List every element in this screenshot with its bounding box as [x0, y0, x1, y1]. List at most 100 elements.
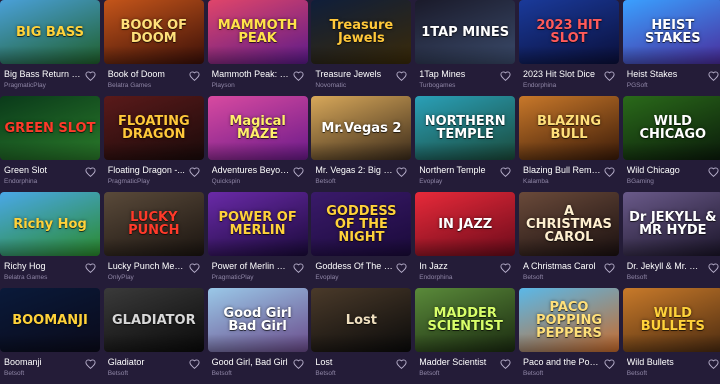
game-thumbnail[interactable]: HEIST STAKES [622, 0, 720, 64]
game-card[interactable]: Good Girl Bad Girl Good Girl, Bad Girl Bet… [207, 288, 308, 384]
game-title[interactable]: In Jazz [419, 261, 497, 272]
game-card[interactable]: Richy Hog Richy Hog Belatra Games [0, 192, 100, 288]
game-card[interactable]: A CHRISTMAS CAROL A Christmas Carol Betsof… [518, 192, 619, 288]
heart-outline-icon[interactable] [604, 167, 615, 178]
heart-outline-icon[interactable] [189, 71, 200, 82]
heart-outline-icon[interactable] [500, 167, 511, 178]
game-thumbnail[interactable]: Good Girl Bad Girl [207, 288, 308, 352]
game-thumbnail[interactable]: Lost [311, 288, 412, 352]
game-title[interactable]: Wild Bullets [627, 357, 705, 368]
game-title[interactable]: Treasure Jewels [315, 69, 393, 80]
game-card[interactable]: LUCKY PUNCH Lucky Punch Meg... OnlyPlay [103, 192, 204, 288]
game-title[interactable]: 1Tap Mines [419, 69, 497, 80]
heart-outline-icon[interactable] [396, 71, 407, 82]
heart-outline-icon[interactable] [85, 167, 96, 178]
game-thumbnail[interactable]: GLADIATOR [103, 288, 204, 352]
game-card[interactable]: WILD CHICAGO Wild Chicago BGaming [622, 96, 720, 192]
heart-outline-icon[interactable] [396, 167, 407, 178]
game-card[interactable]: POWER OF MERLIN Power of Merlin M... Pragm… [207, 192, 308, 288]
game-thumbnail[interactable]: Mr.Vegas 2 [311, 96, 412, 160]
game-title[interactable]: Paco and the Pop... [523, 357, 601, 368]
heart-outline-icon[interactable] [500, 359, 511, 370]
game-card[interactable]: MAMMOTH PEAK Mammoth Peak: H... Playson [207, 0, 308, 96]
game-thumbnail[interactable]: 1TAP MINES [415, 0, 516, 64]
heart-outline-icon[interactable] [604, 71, 615, 82]
game-thumbnail[interactable]: FLOATING DRAGON [103, 96, 204, 160]
heart-outline-icon[interactable] [708, 71, 719, 82]
game-thumbnail[interactable]: NORTHERN TEMPLE [415, 96, 516, 160]
game-title[interactable]: Adventures Beyon... [212, 165, 290, 176]
game-card[interactable]: BIG BASS Big Bass Return to... PragmaticPl… [0, 0, 100, 96]
heart-outline-icon[interactable] [604, 359, 615, 370]
game-thumbnail[interactable]: BOOMANJI [0, 288, 100, 352]
game-card[interactable]: PACO POPPING PEPPERS Paco and the Pop... B… [518, 288, 619, 384]
game-card[interactable]: BOOK OF DOOM Book of Doom Belatra Games [103, 0, 204, 96]
heart-outline-icon[interactable] [396, 263, 407, 274]
game-card[interactable]: GREEN SLOT Green Slot Endorphina [0, 96, 100, 192]
game-card[interactable]: BLAZING BULL Blazing Bull Rema... Kalamba [518, 96, 619, 192]
game-card[interactable]: 1TAP MINES 1Tap Mines Turbogames [415, 0, 516, 96]
heart-outline-icon[interactable] [189, 167, 200, 178]
game-title[interactable]: Book of Doom [108, 69, 186, 80]
game-card[interactable]: HEIST STAKES Heist Stakes PGSoft [622, 0, 720, 96]
game-card[interactable]: Magical MAZE Adventures Beyon... Quickspin [207, 96, 308, 192]
game-thumbnail[interactable]: A CHRISTMAS CAROL [518, 192, 619, 256]
game-title[interactable]: Mr. Vegas 2: Big M... [315, 165, 393, 176]
game-title[interactable]: Wild Chicago [627, 165, 705, 176]
game-card[interactable]: MADDER SCIENTIST Madder Scientist Betsoft [415, 288, 516, 384]
game-title[interactable]: A Christmas Carol [523, 261, 601, 272]
game-title[interactable]: Mammoth Peak: H... [212, 69, 290, 80]
game-thumbnail[interactable]: Richy Hog [0, 192, 100, 256]
game-thumbnail[interactable]: BOOK OF DOOM [103, 0, 204, 64]
heart-outline-icon[interactable] [189, 359, 200, 370]
game-thumbnail[interactable]: WILD CHICAGO [622, 96, 720, 160]
heart-outline-icon[interactable] [293, 71, 304, 82]
game-card[interactable]: GLADIATOR Gladiator Betsoft [103, 288, 204, 384]
game-title[interactable]: Northern Temple [419, 165, 497, 176]
game-thumbnail[interactable]: BLAZING BULL [518, 96, 619, 160]
game-card[interactable]: FLOATING DRAGON Floating Dragon -... Pragm… [103, 96, 204, 192]
heart-outline-icon[interactable] [85, 263, 96, 274]
game-thumbnail[interactable]: PACO POPPING PEPPERS [518, 288, 619, 352]
game-title[interactable]: Gladiator [108, 357, 186, 368]
game-title[interactable]: Boomanji [4, 357, 82, 368]
game-card[interactable]: 2023 HIT SLOT 2023 Hit Slot Dice Endorphin… [518, 0, 619, 96]
heart-outline-icon[interactable] [708, 359, 719, 370]
game-title[interactable]: Richy Hog [4, 261, 82, 272]
game-thumbnail[interactable]: BIG BASS [0, 0, 100, 64]
game-thumbnail[interactable]: Treasure Jewels [311, 0, 412, 64]
game-title[interactable]: Dr. Jekyll & Mr. Hy... [627, 261, 705, 272]
game-thumbnail[interactable]: Magical MAZE [207, 96, 308, 160]
game-title[interactable]: Lost [315, 357, 393, 368]
game-title[interactable]: Power of Merlin M... [212, 261, 290, 272]
heart-outline-icon[interactable] [604, 263, 615, 274]
game-card[interactable]: GODDESS OF THE NIGHT Goddess Of The Ni...… [311, 192, 412, 288]
heart-outline-icon[interactable] [500, 71, 511, 82]
heart-outline-icon[interactable] [293, 359, 304, 370]
heart-outline-icon[interactable] [189, 263, 200, 274]
game-card[interactable]: Treasure Jewels Treasure Jewels Novomatic [311, 0, 412, 96]
heart-outline-icon[interactable] [708, 263, 719, 274]
heart-outline-icon[interactable] [708, 167, 719, 178]
game-card[interactable]: Mr.Vegas 2 Mr. Vegas 2: Big M... Betsoft [311, 96, 412, 192]
game-title[interactable]: Big Bass Return to... [4, 69, 82, 80]
game-card[interactable]: Dr JEKYLL & MR HYDE Dr. Jekyll & Mr. Hy..… [622, 192, 720, 288]
game-thumbnail[interactable]: MADDER SCIENTIST [415, 288, 516, 352]
game-title[interactable]: Goddess Of The Ni... [315, 261, 393, 272]
game-card[interactable]: IN JAZZ In Jazz Endorphina [415, 192, 516, 288]
game-title[interactable]: 2023 Hit Slot Dice [523, 69, 601, 80]
game-thumbnail[interactable]: 2023 HIT SLOT [518, 0, 619, 64]
game-card[interactable]: Lost Lost Betsoft [311, 288, 412, 384]
game-thumbnail[interactable]: Dr JEKYLL & MR HYDE [622, 192, 720, 256]
game-title[interactable]: Floating Dragon -... [108, 165, 186, 176]
heart-outline-icon[interactable] [293, 167, 304, 178]
game-thumbnail[interactable]: WILD BULLETS [622, 288, 720, 352]
game-card[interactable]: WILD BULLETS Wild Bullets Betsoft [622, 288, 720, 384]
game-thumbnail[interactable]: GREEN SLOT [0, 96, 100, 160]
game-thumbnail[interactable]: POWER OF MERLIN [207, 192, 308, 256]
game-thumbnail[interactable]: GODDESS OF THE NIGHT [311, 192, 412, 256]
game-card[interactable]: BOOMANJI Boomanji Betsoft [0, 288, 100, 384]
game-title[interactable]: Blazing Bull Rema... [523, 165, 601, 176]
game-title[interactable]: Heist Stakes [627, 69, 705, 80]
game-thumbnail[interactable]: MAMMOTH PEAK [207, 0, 308, 64]
